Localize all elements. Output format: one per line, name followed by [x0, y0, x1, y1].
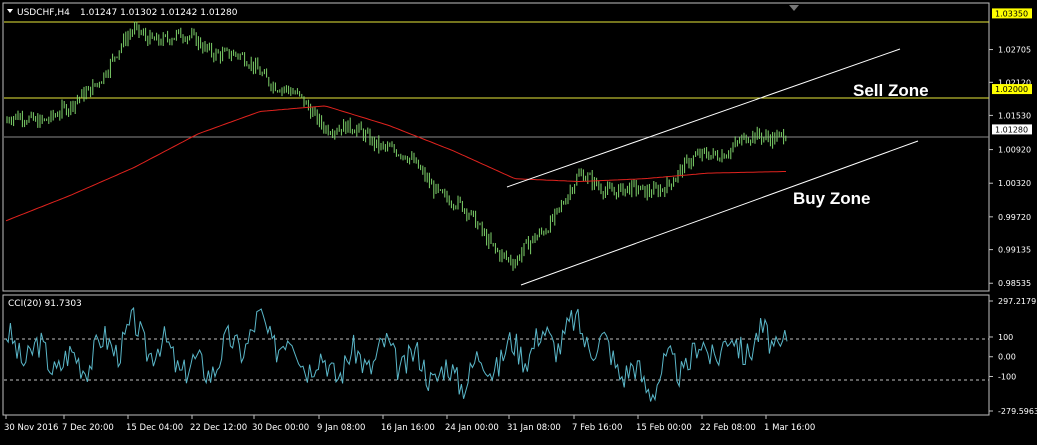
price-tick-label: 0.99720 [998, 213, 1031, 222]
cci-tick-label: -100 [998, 373, 1016, 382]
cci-tick-label: 0.00 [998, 353, 1016, 362]
time-tick-label: 15 Feb 00:00 [636, 423, 692, 433]
price-tick-label: 0.98535 [998, 279, 1031, 288]
time-tick-label: 24 Jan 00:00 [445, 423, 499, 433]
time-tick-label: 1 Mar 16:00 [764, 423, 815, 433]
price-tick-label: 1.01530 [998, 111, 1031, 120]
time-tick-label: 7 Dec 20:00 [62, 423, 114, 433]
cci-tick-label: -279.5963 [998, 407, 1037, 416]
time-tick-label: 7 Feb 16:00 [572, 423, 622, 433]
buy-zone-label: Buy Zone [793, 189, 870, 208]
time-tick-label: 9 Jan 08:00 [317, 423, 365, 433]
level-price-label: 1.02000 [995, 85, 1028, 94]
price-tick-label: 1.00920 [998, 146, 1031, 155]
chart-title: USDCHF,H4 [17, 8, 70, 18]
cci-tick-label: 100 [998, 333, 1013, 342]
chart-window[interactable]: Sell Zone Buy Zone USDCHF,H4 1.01247 1.0… [0, 0, 1037, 441]
time-tick-label: 31 Jan 08:00 [507, 423, 561, 433]
time-tick-label: 16 Jan 16:00 [381, 423, 435, 433]
time-tick-label: 22 Dec 12:00 [190, 423, 247, 433]
time-tick-label: 30 Dec 00:00 [252, 423, 309, 433]
price-tick-label: 1.00320 [998, 179, 1031, 188]
price-tick-label: 1.02705 [998, 46, 1031, 55]
cci-tick-label: 297.2179 [998, 297, 1036, 306]
time-tick-label: 15 Dec 04:00 [126, 423, 183, 433]
sell-zone-label: Sell Zone [853, 81, 929, 100]
time-tick-label: 30 Nov 2016 [4, 423, 58, 433]
chart-background [0, 0, 1037, 441]
chart-canvas[interactable]: Sell Zone Buy Zone USDCHF,H4 1.01247 1.0… [0, 0, 1037, 441]
cci-label: CCI(20) 91.7303 [8, 299, 82, 309]
chart-quote: 1.01247 1.01302 1.01242 1.01280 [80, 8, 238, 18]
level-price-label: 1.01280 [995, 125, 1028, 134]
time-tick-label: 22 Feb 08:00 [700, 423, 756, 433]
price-tick-label: 0.99135 [998, 246, 1031, 255]
level-price-label: 1.03350 [995, 9, 1028, 18]
